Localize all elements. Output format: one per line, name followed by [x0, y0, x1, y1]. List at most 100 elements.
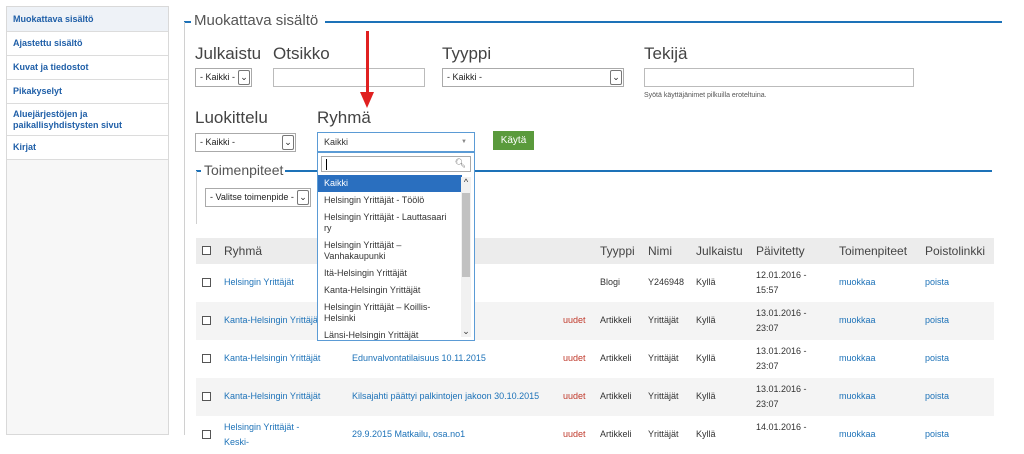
fieldset-border [184, 22, 185, 435]
chevron-down-icon: ⌄ [297, 190, 309, 205]
table-row: Kanta-Helsingin Yrittäjät uudet Artikkel… [196, 302, 994, 340]
table-row: Kanta-Helsingin Yrittäjät Kilsajahti pää… [196, 378, 994, 416]
row-new-badge: uudet [563, 315, 586, 325]
row-checkbox[interactable] [202, 316, 211, 325]
group-option[interactable]: Helsingin Yrittäjät - Lauttasaari ry [318, 209, 462, 237]
row-delete-link[interactable]: poista [925, 389, 949, 404]
actions-rule-left [285, 170, 317, 172]
row-published: Kyllä [696, 353, 716, 363]
group-option[interactable]: Itä-Helsingin Yrittäjät [318, 265, 462, 282]
row-updated: 13.01.2016 - 23:07 [756, 308, 807, 333]
row-published: Kyllä [696, 277, 716, 287]
group-option[interactable]: Helsingin Yrittäjät – Vanhakaupunki [318, 237, 462, 265]
text-cursor [326, 159, 327, 170]
sidebar: Muokattava sisältö Ajastettu sisältö Kuv… [6, 6, 169, 435]
group-option[interactable]: Länsi-Helsingin Yrittäjät [318, 327, 462, 344]
sidebar-item-quick-polls[interactable]: Pikakyselyt [7, 80, 168, 104]
col-name[interactable]: Nimi [648, 244, 672, 258]
group-option[interactable]: Kaikki [318, 175, 462, 192]
group-select[interactable]: Kaikki ▼ [317, 132, 475, 152]
row-type: Blogi [600, 277, 621, 287]
col-type[interactable]: Tyyppi [600, 244, 635, 258]
author-label: Tekijä [644, 44, 688, 63]
scrollbar-thumb[interactable] [462, 193, 470, 277]
actions-rule-right [475, 170, 992, 172]
sidebar-item-regional-pages[interactable]: Aluejärjestöjen ja paikallisyhdistysten … [7, 104, 168, 136]
row-group-link[interactable]: Helsingin Yrittäjät - Keski- [224, 420, 314, 450]
row-edit-link[interactable]: muokkaa [839, 313, 876, 328]
row-title-link[interactable]: Edunvalvontatilaisuus 10.11.2015 [352, 351, 486, 366]
sidebar-item-scheduled-content[interactable]: Ajastettu sisältö [7, 32, 168, 56]
category-select[interactable]: - Kaikki - ⌄ [195, 133, 296, 152]
sidebar-item-books[interactable]: Kirjat [7, 136, 168, 160]
author-hint: Syötä käyttäjänimet pilkuilla eroteltuin… [644, 92, 767, 99]
group-option[interactable]: Kanta-Helsingin Yrittäjät [318, 282, 462, 299]
table-row: Kanta-Helsingin Yrittäjät Edunvalvontati… [196, 340, 994, 378]
caret-down-icon: ▼ [461, 139, 467, 145]
row-delete-link[interactable]: poista [925, 351, 949, 366]
group-search-input[interactable]: 🔍︎ [321, 156, 471, 172]
published-label: Julkaistu [195, 44, 262, 63]
row-delete-link[interactable]: poista [925, 275, 949, 290]
table-header: Ryhmä Tyyppi Nimi Julkaistu Päivitetty T… [196, 238, 994, 264]
title-input[interactable] [273, 68, 425, 87]
type-label: Tyyppi [442, 44, 492, 63]
row-updated: 13.01.2016 - 23:07 [756, 346, 807, 371]
row-delete-link[interactable]: poista [925, 313, 949, 328]
row-published: Kyllä [696, 391, 716, 401]
col-delete-link: Poistolinkki [925, 244, 986, 258]
row-type: Artikkeli [600, 353, 632, 363]
row-group-link[interactable]: Kanta-Helsingin Yrittäjät [224, 389, 320, 404]
select-all-checkbox[interactable] [202, 246, 211, 255]
row-type: Artikkeli [600, 391, 632, 401]
row-name: Yrittäjät [648, 353, 679, 363]
row-updated: 14.01.2016 - [756, 422, 807, 432]
table-row: Helsingin Yrittäjät - Keski- 29.9.2015 M… [196, 416, 994, 454]
chevron-down-icon: ⌄ [238, 70, 250, 85]
row-name: Y246948 [648, 277, 685, 287]
row-updated: 12.01.2016 - 15:57 [756, 270, 807, 295]
row-edit-link[interactable]: muokkaa [839, 389, 876, 404]
group-options: Kaikki Helsingin Yrittäjät - Töölö Helsi… [318, 175, 462, 344]
row-edit-link[interactable]: muokkaa [839, 275, 876, 290]
row-published: Kyllä [696, 315, 716, 325]
group-select-value: Kaikki [324, 137, 349, 147]
row-checkbox[interactable] [202, 392, 211, 401]
type-select-value: - Kaikki - [447, 72, 483, 82]
dropdown-scrollbar[interactable]: ^ ⌄ [461, 177, 471, 337]
category-select-value: - Kaikki - [200, 137, 236, 147]
apply-button[interactable]: Käytä [493, 131, 534, 150]
category-label: Luokittelu [195, 108, 268, 127]
group-option[interactable]: Helsingin Yrittäjät – Koillis-Helsinki [318, 299, 462, 327]
row-checkbox[interactable] [202, 354, 211, 363]
actions-legend: Toimenpiteet [201, 162, 287, 178]
row-group-link[interactable]: Helsingin Yrittäjät [224, 275, 294, 290]
row-title-link[interactable]: Kilsajahti päättyi palkintojen jakoon 30… [352, 389, 539, 404]
chevron-up-icon[interactable]: ^ [461, 177, 471, 187]
col-published[interactable]: Julkaistu [696, 244, 743, 258]
row-group-link[interactable]: Kanta-Helsingin Yrittäjät [224, 351, 320, 366]
filters-legend: Muokattava sisältö [191, 12, 322, 29]
sidebar-item-images-files[interactable]: Kuvat ja tiedostot [7, 56, 168, 80]
author-input[interactable] [644, 68, 914, 87]
col-updated[interactable]: Päivitetty [756, 244, 805, 258]
action-select[interactable]: - Valitse toimenpide - ⌄ [205, 188, 311, 207]
col-actions: Toimenpiteet [839, 244, 908, 258]
group-option[interactable]: Helsingin Yrittäjät - Töölö [318, 192, 462, 209]
group-label: Ryhmä [317, 108, 371, 127]
legend-dash [184, 21, 191, 23]
chevron-down-icon[interactable]: ⌄ [461, 326, 471, 337]
published-select[interactable]: - Kaikki - ⌄ [195, 68, 252, 87]
row-type: Artikkeli [600, 315, 632, 325]
col-group[interactable]: Ryhmä [224, 244, 262, 258]
row-edit-link[interactable]: muokkaa [839, 351, 876, 366]
search-icon: 🔍︎ [454, 158, 466, 168]
actions-border [196, 171, 197, 224]
row-checkbox[interactable] [202, 278, 211, 287]
row-group-link[interactable]: Kanta-Helsingin Yrittäjät [224, 313, 320, 328]
row-name: Yrittäjät [648, 315, 679, 325]
type-select[interactable]: - Kaikki - ⌄ [442, 68, 624, 87]
row-new-badge: uudet [563, 391, 586, 401]
row-updated: 13.01.2016 - 23:07 [756, 384, 807, 409]
sidebar-item-editable-content[interactable]: Muokattava sisältö [7, 7, 168, 32]
